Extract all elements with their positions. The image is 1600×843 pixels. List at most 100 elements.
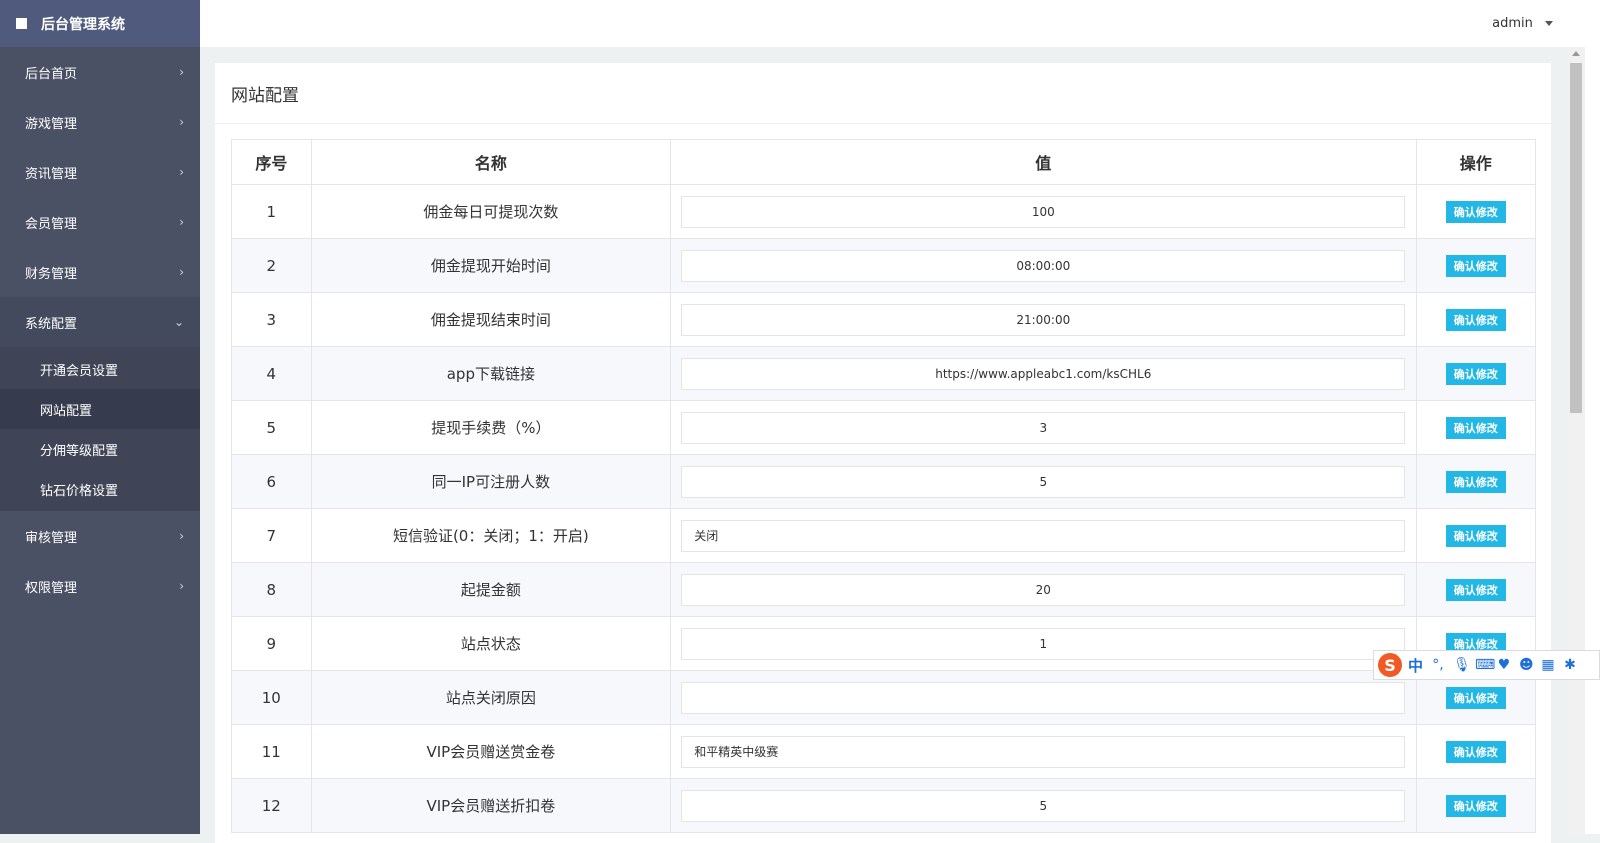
emoji-icon[interactable]: ☻ xyxy=(1519,657,1534,673)
confirm-edit-button[interactable]: 确认修改 xyxy=(1445,794,1506,817)
row-no: 4 xyxy=(231,346,312,401)
row-no: 10 xyxy=(231,670,312,725)
value-input[interactable] xyxy=(681,573,1406,606)
value-input[interactable] xyxy=(681,519,1406,552)
microphone-icon[interactable]: 🎙 xyxy=(1453,657,1471,673)
value-input[interactable] xyxy=(681,249,1406,282)
sidebar-item-label: 审核管理 xyxy=(25,530,78,546)
punctuation-icon[interactable]: °, xyxy=(1431,657,1445,673)
row-no: 7 xyxy=(231,508,312,563)
sidebar-subitem-member-settings[interactable]: 开通会员设置 xyxy=(0,349,200,389)
column-header-value: 值 xyxy=(670,139,1417,185)
sidebar-item-members[interactable]: 会员管理 › xyxy=(0,197,200,247)
top-header: admin xyxy=(200,0,1585,47)
scroll-up-arrow-icon[interactable] xyxy=(1572,51,1580,56)
sidebar-submenu: 开通会员设置 网站配置 分佣等级配置 钻石价格设置 xyxy=(0,347,200,511)
row-value-cell xyxy=(670,238,1417,293)
ime-language-toggle[interactable]: 中 xyxy=(1408,655,1423,676)
sidebar-subitem-commission-levels[interactable]: 分佣等级配置 xyxy=(0,429,200,469)
column-header-action: 操作 xyxy=(1415,139,1536,185)
chevron-right-icon: › xyxy=(179,265,184,279)
value-input[interactable] xyxy=(681,357,1406,390)
value-input[interactable] xyxy=(681,627,1406,660)
value-input[interactable] xyxy=(681,681,1406,714)
row-name: 站点关闭原因 xyxy=(310,670,672,725)
table-row: 1 佣金每日可提现次数 确认修改 xyxy=(231,184,1536,239)
confirm-edit-button[interactable]: 确认修改 xyxy=(1445,686,1506,709)
value-input[interactable] xyxy=(681,735,1406,768)
confirm-edit-button[interactable]: 确认修改 xyxy=(1445,416,1506,439)
row-no: 12 xyxy=(231,778,312,833)
confirm-edit-button[interactable]: 确认修改 xyxy=(1445,470,1506,493)
row-name: 佣金提现开始时间 xyxy=(310,238,672,293)
row-action-cell: 确认修改 xyxy=(1415,508,1536,563)
sidebar-subitem-site-config[interactable]: 网站配置 xyxy=(0,389,200,429)
row-action-cell: 确认修改 xyxy=(1415,400,1536,455)
sidebar-item-finance[interactable]: 财务管理 › xyxy=(0,247,200,297)
sidebar-subitem-diamond-price[interactable]: 钻石价格设置 xyxy=(0,469,200,509)
confirm-edit-button[interactable]: 确认修改 xyxy=(1445,578,1506,601)
sidebar-item-permissions[interactable]: 权限管理 › xyxy=(0,561,200,611)
chevron-right-icon: › xyxy=(179,579,184,593)
column-header-name: 名称 xyxy=(310,139,672,185)
confirm-edit-button[interactable]: 确认修改 xyxy=(1445,200,1506,223)
row-no: 3 xyxy=(231,292,312,347)
row-name: 同一IP可注册人数 xyxy=(310,454,672,509)
row-value-cell xyxy=(670,670,1417,725)
row-no: 1 xyxy=(231,184,312,239)
row-no: 6 xyxy=(231,454,312,509)
vertical-scrollbar[interactable] xyxy=(1567,47,1585,834)
sidebar-item-system-config[interactable]: 系统配置 ⌄ xyxy=(0,297,200,347)
sidebar-item-home[interactable]: 后台首页 › xyxy=(0,47,200,97)
row-action-cell: 确认修改 xyxy=(1415,454,1536,509)
row-name: 起提金额 xyxy=(310,562,672,617)
table-row: 6 同一IP可注册人数 确认修改 xyxy=(231,454,1536,509)
ime-logo[interactable]: S xyxy=(1378,653,1402,677)
toolbox-icon[interactable]: ▦ xyxy=(1541,657,1555,673)
row-name: VIP会员赠送折扣卷 xyxy=(310,778,672,833)
row-value-cell xyxy=(670,292,1417,347)
chevron-right-icon: › xyxy=(179,65,184,79)
value-input[interactable] xyxy=(681,303,1406,336)
row-value-cell xyxy=(670,508,1417,563)
confirm-edit-button[interactable]: 确认修改 xyxy=(1445,254,1506,277)
sidebar-item-label: 后台首页 xyxy=(25,66,78,82)
value-input[interactable] xyxy=(681,411,1406,444)
ime-toolbar[interactable]: S 中 °, 🎙 ⌨ ♥ ☻ ▦ ✱ xyxy=(1373,650,1600,680)
row-no: 9 xyxy=(231,616,312,671)
row-value-cell xyxy=(670,724,1417,779)
value-input[interactable] xyxy=(681,789,1406,822)
row-name: VIP会员赠送赏金卷 xyxy=(310,724,672,779)
keyboard-icon[interactable]: ⌨ xyxy=(1475,657,1495,673)
row-action-cell: 确认修改 xyxy=(1415,562,1536,617)
value-input[interactable] xyxy=(681,195,1406,228)
user-menu[interactable]: admin xyxy=(1492,16,1553,31)
row-value-cell xyxy=(670,184,1417,239)
table-row: 7 短信验证(0：关闭；1：开启) 确认修改 xyxy=(231,508,1536,563)
sidebar-item-label: 权限管理 xyxy=(25,580,78,596)
table-row: 8 起提金额 确认修改 xyxy=(231,562,1536,617)
row-action-cell: 确认修改 xyxy=(1415,724,1536,779)
confirm-edit-button[interactable]: 确认修改 xyxy=(1445,362,1506,385)
row-value-cell xyxy=(670,616,1417,671)
row-name: 短信验证(0：关闭；1：开启) xyxy=(310,508,672,563)
value-input[interactable] xyxy=(681,465,1406,498)
sidebar-item-label: 资讯管理 xyxy=(25,166,78,182)
table-row: 10 站点关闭原因 确认修改 xyxy=(231,670,1536,725)
sidebar-item-review[interactable]: 审核管理 › xyxy=(0,511,200,561)
row-name: 佣金提现结束时间 xyxy=(310,292,672,347)
settings-icon[interactable]: ✱ xyxy=(1563,657,1577,673)
site-config-panel: 网站配置 序号 名称 值 操作 1 佣金每日可提现次数 确认修改 2 佣金提现开… xyxy=(215,63,1551,843)
confirm-edit-button[interactable]: 确认修改 xyxy=(1445,740,1506,763)
user-name: admin xyxy=(1492,16,1533,31)
skin-icon[interactable]: ♥ xyxy=(1497,657,1511,673)
row-action-cell: 确认修改 xyxy=(1415,346,1536,401)
row-name: 提现手续费（%） xyxy=(310,400,672,455)
confirm-edit-button[interactable]: 确认修改 xyxy=(1445,524,1506,547)
brand: 后台管理系统 xyxy=(0,0,200,47)
scrollbar-thumb[interactable] xyxy=(1570,63,1582,413)
sidebar-item-games[interactable]: 游戏管理 › xyxy=(0,97,200,147)
confirm-edit-button[interactable]: 确认修改 xyxy=(1445,308,1506,331)
table-row: 3 佣金提现结束时间 确认修改 xyxy=(231,292,1536,347)
sidebar-item-news[interactable]: 资讯管理 › xyxy=(0,147,200,197)
